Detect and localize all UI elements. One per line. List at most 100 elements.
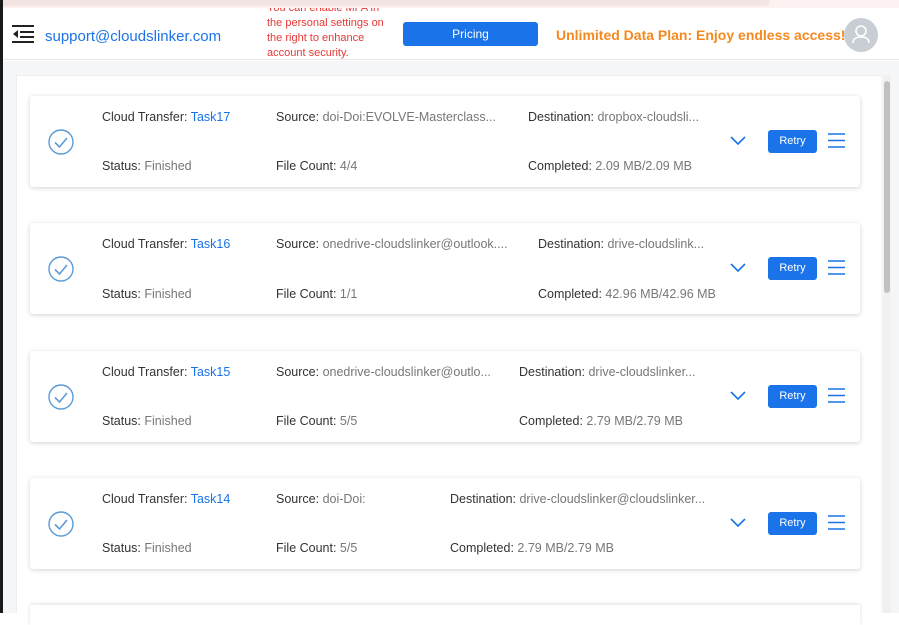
user-avatar-icon[interactable] bbox=[844, 18, 878, 52]
file-count-value: 5/5 bbox=[339, 541, 358, 555]
browser-tab-edge bbox=[0, 0, 770, 6]
file-count-label: File Count: bbox=[276, 414, 340, 428]
cloud-transfer-label: Cloud Transfer: bbox=[102, 492, 191, 506]
scrollbar-thumb[interactable] bbox=[884, 81, 890, 293]
source-label: Source: bbox=[276, 237, 323, 251]
destination-label: Destination: bbox=[528, 110, 598, 124]
completed-field: Completed: 42.96 MB/42.96 MB bbox=[538, 287, 716, 301]
cloud-transfer-field: Cloud Transfer: Task17 bbox=[102, 110, 230, 124]
status-value: Finished bbox=[144, 159, 192, 173]
status-value: Finished bbox=[144, 287, 192, 301]
file-count-field: File Count: 5/5 bbox=[276, 541, 357, 555]
cloud-transfer-label: Cloud Transfer: bbox=[102, 365, 191, 379]
completed-value: 42.96 MB/42.96 MB bbox=[605, 287, 716, 301]
check-circle-icon bbox=[48, 256, 74, 282]
source-label: Source: bbox=[276, 110, 323, 124]
task-link[interactable]: Task17 bbox=[191, 110, 231, 124]
completed-field: Completed: 2.79 MB/2.79 MB bbox=[519, 414, 683, 428]
cloud-transfer-label: Cloud Transfer: bbox=[102, 110, 191, 124]
retry-button[interactable]: Retry bbox=[768, 385, 817, 408]
cloud-transfer-field: Cloud Transfer: Task16 bbox=[102, 237, 230, 251]
completed-value: 2.79 MB/2.79 MB bbox=[586, 414, 683, 428]
destination-field: Destination: dropbox-cloudsli... bbox=[528, 110, 699, 124]
status-label: Status: bbox=[102, 159, 145, 173]
destination-label: Destination: bbox=[519, 365, 589, 379]
task-card: Cloud Transfer: Task16 Source: onedrive-… bbox=[30, 223, 860, 314]
promo-banner[interactable]: Unlimited Data Plan: Enjoy endless acces… bbox=[556, 27, 845, 43]
task-link[interactable]: Task15 bbox=[191, 365, 231, 379]
file-count-field: File Count: 1/1 bbox=[276, 287, 357, 301]
chevron-down-icon[interactable] bbox=[730, 518, 746, 528]
file-count-label: File Count: bbox=[276, 287, 340, 301]
source-field: Source: onedrive-cloudslinker@outlo... bbox=[276, 365, 491, 379]
destination-field: Destination: drive-cloudslink... bbox=[538, 237, 704, 251]
cloud-transfer-label: Cloud Transfer: bbox=[102, 237, 191, 251]
chevron-down-icon[interactable] bbox=[730, 391, 746, 401]
status-field: Status: Finished bbox=[102, 159, 192, 173]
retry-button[interactable]: Retry bbox=[768, 130, 817, 153]
next-task-card-edge bbox=[30, 605, 860, 625]
source-label: Source: bbox=[276, 365, 323, 379]
completed-label: Completed: bbox=[538, 287, 606, 301]
app-window: support@cloudslinker.com You can enable … bbox=[0, 0, 899, 625]
check-circle-icon bbox=[48, 511, 74, 537]
menu-collapse-icon[interactable] bbox=[12, 25, 34, 43]
file-count-field: File Count: 5/5 bbox=[276, 414, 357, 428]
completed-label: Completed: bbox=[450, 541, 518, 555]
file-count-label: File Count: bbox=[276, 159, 340, 173]
chevron-down-icon[interactable] bbox=[730, 263, 746, 273]
list-menu-icon[interactable] bbox=[828, 260, 845, 275]
completed-value: 2.09 MB/2.09 MB bbox=[595, 159, 692, 173]
user-silhouette-icon bbox=[852, 25, 870, 44]
mfa-notice: You can enable MFA in the personal setti… bbox=[267, 8, 402, 64]
status-field: Status: Finished bbox=[102, 541, 192, 555]
completed-label: Completed: bbox=[519, 414, 587, 428]
task-card: Cloud Transfer: Task17 Source: doi-Doi:E… bbox=[30, 96, 860, 187]
source-value: doi-Doi: bbox=[322, 492, 366, 506]
chevron-down-icon[interactable] bbox=[730, 136, 746, 146]
source-field: Source: doi-Doi:EVOLVE-Masterclass... bbox=[276, 110, 496, 124]
destination-label: Destination: bbox=[450, 492, 520, 506]
status-label: Status: bbox=[102, 287, 145, 301]
list-menu-icon[interactable] bbox=[828, 133, 845, 148]
status-value: Finished bbox=[144, 541, 192, 555]
file-count-value: 4/4 bbox=[339, 159, 358, 173]
status-field: Status: Finished bbox=[102, 414, 192, 428]
source-field: Source: onedrive-cloudslinker@outlook...… bbox=[276, 237, 508, 251]
status-label: Status: bbox=[102, 414, 145, 428]
mfa-notice-line-4: account security. bbox=[267, 47, 349, 59]
pricing-button[interactable]: Pricing bbox=[403, 22, 538, 46]
destination-value: dropbox-cloudsli... bbox=[597, 110, 699, 124]
mfa-notice-line-3: the right to enhance bbox=[267, 32, 365, 44]
cloud-transfer-field: Cloud Transfer: Task14 bbox=[102, 492, 230, 506]
status-value: Finished bbox=[144, 414, 192, 428]
retry-button[interactable]: Retry bbox=[768, 257, 817, 280]
destination-value: drive-cloudslinker... bbox=[588, 365, 696, 379]
retry-button[interactable]: Retry bbox=[768, 512, 817, 535]
task-link[interactable]: Task16 bbox=[191, 237, 231, 251]
browser-top-strip bbox=[0, 0, 899, 8]
file-count-field: File Count: 4/4 bbox=[276, 159, 357, 173]
source-value: doi-Doi:EVOLVE-Masterclass... bbox=[322, 110, 496, 124]
source-value: onedrive-cloudslinker@outlo... bbox=[322, 365, 491, 379]
top-header: support@cloudslinker.com You can enable … bbox=[3, 8, 899, 60]
status-field: Status: Finished bbox=[102, 287, 192, 301]
destination-value: drive-cloudslink... bbox=[607, 237, 705, 251]
source-value: onedrive-cloudslinker@outlook.... bbox=[322, 237, 508, 251]
task-card: Cloud Transfer: Task15 Source: onedrive-… bbox=[30, 351, 860, 442]
file-count-label: File Count: bbox=[276, 541, 340, 555]
completed-field: Completed: 2.09 MB/2.09 MB bbox=[528, 159, 692, 173]
mfa-notice-line-2: the personal settings on bbox=[267, 17, 384, 29]
completed-value: 2.79 MB/2.79 MB bbox=[517, 541, 614, 555]
task-link[interactable]: Task14 bbox=[191, 492, 231, 506]
source-label: Source: bbox=[276, 492, 323, 506]
list-menu-icon[interactable] bbox=[828, 515, 845, 530]
mfa-notice-line-1: You can enable MFA in bbox=[267, 8, 380, 14]
destination-field: Destination: drive-cloudslinker... bbox=[519, 365, 695, 379]
list-menu-icon[interactable] bbox=[828, 388, 845, 403]
destination-field: Destination: drive-cloudslinker@cloudsli… bbox=[450, 492, 705, 506]
account-email[interactable]: support@cloudslinker.com bbox=[45, 28, 221, 45]
task-card: Cloud Transfer: Task14 Source: doi-Doi: … bbox=[30, 478, 860, 569]
completed-label: Completed: bbox=[528, 159, 596, 173]
cloud-transfer-field: Cloud Transfer: Task15 bbox=[102, 365, 230, 379]
